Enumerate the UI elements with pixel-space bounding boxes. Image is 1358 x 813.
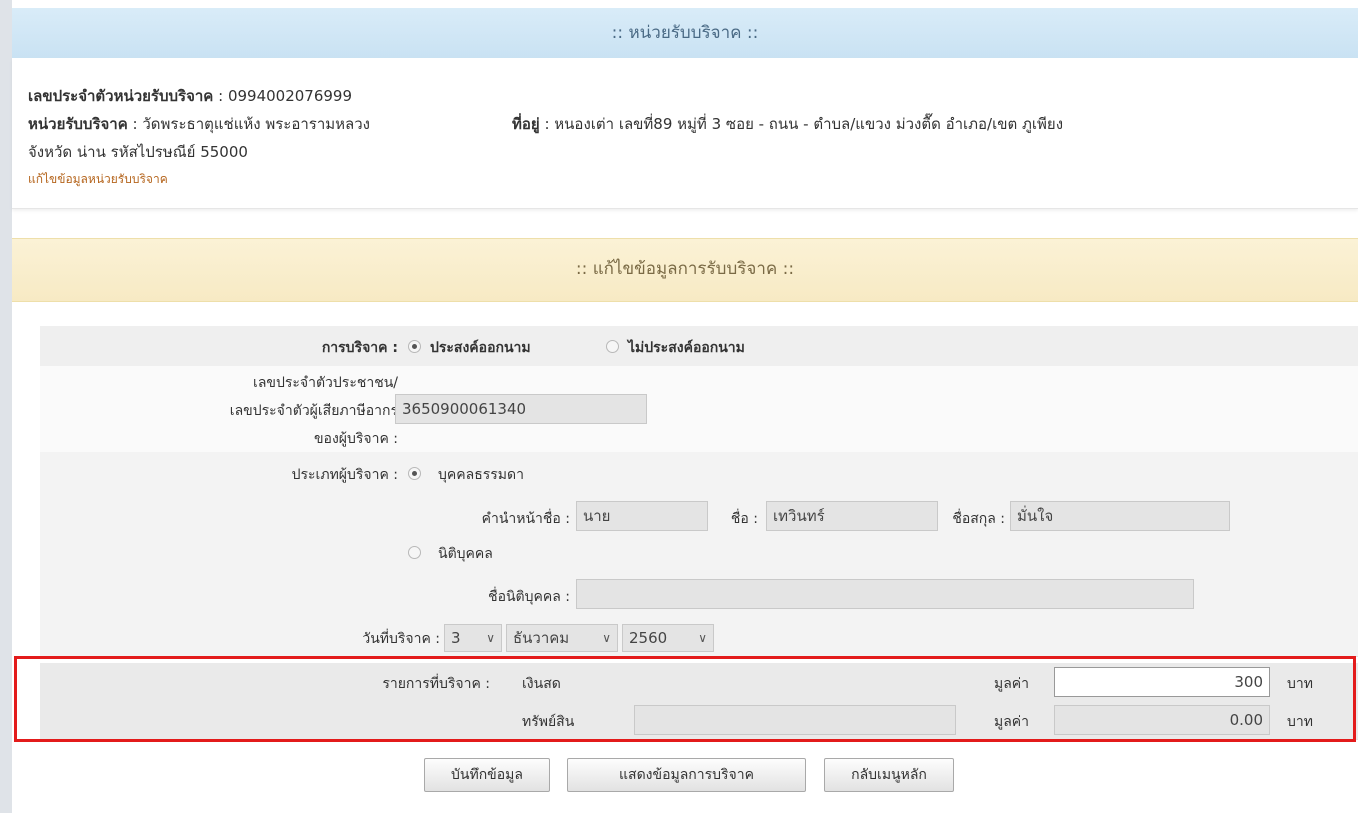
agency-address-line: ที่อยู่ : หนองเต่า เลขที่89 หมู่ที่ 3 ซอ… <box>512 112 1063 136</box>
chevron-down-icon: ∨ <box>486 631 495 645</box>
agency-address-value: : หนองเต่า เลขที่89 หมู่ที่ 3 ซอย - ถนน … <box>544 115 1064 133</box>
option-anonymous-label: ไม่ประสงค์ออกนาม <box>628 340 745 356</box>
donation-section-title: :: แก้ไขข้อมูลการรับบริจาค :: <box>575 259 795 279</box>
donation-type-row: การบริจาค : ประสงค์ออกนาม ไม่ประสงค์ออกน… <box>40 326 1358 367</box>
year-select[interactable]: 2560 ∨ <box>622 624 714 652</box>
option-named-label: ประสงค์ออกนาม <box>430 340 531 356</box>
items-label: รายการที่บริจาค : <box>382 676 490 692</box>
agency-address-label: ที่อยู่ <box>512 115 540 133</box>
day-value: 3 <box>451 629 461 647</box>
lastname-label: ชื่อสกุล : <box>952 511 1005 527</box>
cash-value-input[interactable]: 300 <box>1054 667 1270 697</box>
edit-agency-link[interactable]: แก้ไขข้อมูลหน่วยรับบริจาค <box>28 170 168 189</box>
date-label: วันที่บริจาค : <box>362 631 440 647</box>
radio-named[interactable] <box>408 340 421 353</box>
agency-info: เลขประจำตัวหน่วยรับบริจาค : 099400207699… <box>12 58 1358 209</box>
radio-anonymous[interactable] <box>606 340 619 353</box>
month-select[interactable]: ธันวาคม ∨ <box>506 624 618 652</box>
agency-address-line-2: จังหวัด น่าน รหัสไปรษณีย์ 55000 <box>28 143 248 161</box>
page: :: หน่วยรับบริจาค :: เลขประจำตัวหน่วยรับ… <box>12 0 1358 813</box>
agency-name-line: หน่วยรับบริจาค : วัดพระธาตุแช่แห้ง พระอา… <box>28 112 370 136</box>
agency-name-value: : วัดพระธาตุแช่แห้ง พระอารามหลวง <box>132 115 370 133</box>
title-label: คำนำหน้าชื่อ : <box>481 511 570 527</box>
radio-juristic[interactable] <box>408 546 421 559</box>
cash-unit: บาท <box>1287 676 1313 692</box>
donation-type-label: การบริจาค : <box>321 340 398 356</box>
save-button[interactable]: บันทึกข้อมูล <box>424 758 550 792</box>
taxid-input[interactable]: 3650900061340 <box>395 394 647 424</box>
asset-value-input[interactable]: 0.00 <box>1054 705 1270 735</box>
agency-section-header: :: หน่วยรับบริจาค :: <box>12 8 1358 59</box>
title-input[interactable]: นาย <box>576 501 708 531</box>
agency-section-title: :: หน่วยรับบริจาค :: <box>611 23 759 43</box>
month-value: ธันวาคม <box>513 629 570 647</box>
asset-desc-input[interactable] <box>634 705 956 735</box>
option-juristic-label: นิติบุคคล <box>438 546 493 562</box>
chevron-down-icon: ∨ <box>602 631 611 645</box>
donation-section-header: :: แก้ไขข้อมูลการรับบริจาค :: <box>12 238 1358 302</box>
cash-row: รายการที่บริจาค : เงินสด มูลค่า 300 บาท <box>40 663 1358 702</box>
agency-id-line: เลขประจำตัวหน่วยรับบริจาค : 099400207699… <box>28 84 352 108</box>
cash-label: เงินสด <box>522 676 561 692</box>
taxid-label-1: เลขประจำตัวประชาชน/ <box>253 375 398 391</box>
donor-type-label: ประเภทผู้บริจาค : <box>291 467 398 483</box>
asset-label: ทรัพย์สิน <box>522 714 575 730</box>
firstname-label: ชื่อ : <box>730 511 758 527</box>
taxid-label-2: เลขประจำตัวผู้เสียภาษีอากร <box>229 403 398 419</box>
asset-row: ทรัพย์สิน มูลค่า 0.00 บาท <box>40 701 1358 740</box>
taxid-label-3: ของผู้บริจาค : <box>313 431 398 447</box>
chevron-down-icon: ∨ <box>698 631 707 645</box>
taxid-row: เลขประจำตัวประชาชน/ เลขประจำตัวผู้เสียภา… <box>40 366 1358 453</box>
show-donation-button[interactable]: แสดงข้อมูลการบริจาค <box>567 758 806 792</box>
year-value: 2560 <box>629 629 668 647</box>
donor-type-block: ประเภทผู้บริจาค : บุคคลธรรมดา คำนำหน้าชื… <box>40 452 1358 623</box>
agency-id-label: เลขประจำตัวหน่วยรับบริจาค <box>28 87 214 105</box>
radio-person[interactable] <box>408 467 421 480</box>
lastname-input[interactable]: มั่นใจ <box>1010 501 1230 531</box>
date-row: วันที่บริจาค : 3 ∨ ธันวาคม ∨ 2560 ∨ <box>40 622 1358 657</box>
asset-value-label: มูลค่า <box>994 714 1030 730</box>
juristic-name-label: ชื่อนิติบุคคล : <box>488 589 570 605</box>
agency-name-label: หน่วยรับบริจาค <box>28 115 128 133</box>
agency-id-value: : 0994002076999 <box>218 87 353 105</box>
donation-form: การบริจาค : ประสงค์ออกนาม ไม่ประสงค์ออกน… <box>40 326 1358 740</box>
back-to-menu-button[interactable]: กลับเมนูหลัก <box>824 758 954 792</box>
asset-unit: บาท <box>1287 714 1313 730</box>
cash-value-label: มูลค่า <box>994 676 1030 692</box>
option-person-label: บุคคลธรรมดา <box>438 467 524 483</box>
firstname-input[interactable]: เทวินทร์ <box>766 501 938 531</box>
day-select[interactable]: 3 ∨ <box>444 624 502 652</box>
juristic-name-input[interactable] <box>576 579 1194 609</box>
